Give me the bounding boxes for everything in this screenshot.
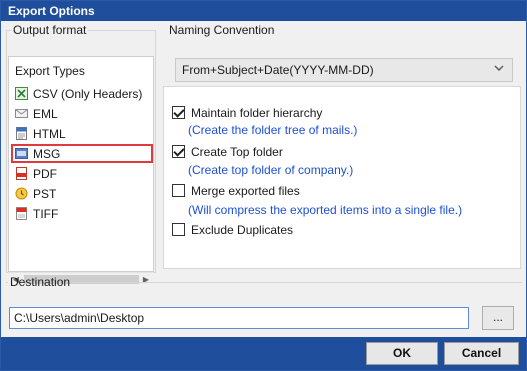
export-options-panel: Maintain folder hierarchy (Create the fo… — [163, 86, 521, 269]
window-title: Export Options — [1, 1, 526, 21]
list-item-tiff[interactable]: TIFF — [11, 204, 153, 223]
exclude-duplicates-checkbox[interactable]: Exclude Duplicates — [172, 223, 293, 237]
list-item-csv[interactable]: CSV (Only Headers) — [11, 84, 153, 103]
option-note: (Will compress the exported items into a… — [188, 203, 463, 217]
export-types-header: Export Types — [15, 64, 85, 78]
naming-convention-legend: Naming Convention — [169, 23, 275, 37]
list-item-label: TIFF — [33, 206, 59, 221]
checkbox-checked-icon[interactable] — [172, 106, 185, 119]
eml-icon — [15, 107, 28, 120]
list-item-msg[interactable]: MSG — [11, 144, 153, 163]
browse-button[interactable]: ... — [482, 306, 514, 330]
pdf-icon — [15, 167, 28, 180]
option-note: (Create the folder tree of mails.) — [188, 123, 358, 137]
naming-convention-group: Naming Convention From+Subject+Date(YYYY… — [163, 23, 521, 82]
list-item-pdf[interactable]: PDF — [11, 164, 153, 183]
destination-path-input[interactable]: C:\Users\admin\Desktop — [9, 307, 469, 329]
list-item-label: CSV (Only Headers) — [33, 86, 143, 101]
list-item-pst[interactable]: PST — [11, 184, 153, 203]
dialog-footer: OK Cancel — [1, 337, 526, 370]
checkbox-unchecked-icon[interactable] — [172, 223, 185, 236]
maintain-hierarchy-checkbox[interactable]: Maintain folder hierarchy — [172, 106, 322, 120]
destination-group: Destination C:\Users\admin\Desktop ... — [6, 275, 522, 330]
option-label: Exclude Duplicates — [191, 223, 294, 237]
output-format-legend: Output format — [13, 23, 87, 37]
list-item-label: EML — [33, 106, 58, 121]
export-options-dialog: Export Options Output format Export Type… — [0, 0, 527, 371]
cancel-button[interactable]: Cancel — [444, 342, 519, 365]
option-note: (Create top folder of company.) — [188, 163, 354, 177]
checkbox-unchecked-icon[interactable] — [172, 184, 185, 197]
option-label: Maintain folder hierarchy — [191, 106, 323, 120]
list-item-label: MSG — [33, 146, 61, 161]
html-icon — [15, 127, 28, 140]
checkbox-checked-icon[interactable] — [172, 145, 185, 158]
csv-icon — [15, 87, 28, 100]
option-label: Create Top folder — [191, 145, 283, 159]
create-top-folder-checkbox[interactable]: Create Top folder — [172, 145, 283, 159]
ok-button[interactable]: OK — [366, 342, 438, 365]
list-item-eml[interactable]: EML — [11, 104, 153, 123]
msg-icon — [15, 147, 28, 160]
list-item-html[interactable]: HTML — [11, 124, 153, 143]
naming-convention-select[interactable]: From+Subject+Date(YYYY-MM-DD) — [175, 58, 513, 82]
pst-icon — [15, 187, 28, 200]
chevron-down-icon — [494, 64, 504, 75]
list-item-label: PST — [33, 186, 57, 201]
dialog-body: Output format Export Types CSV (Only Hea… — [1, 21, 526, 370]
export-types-list[interactable]: Export Types CSV (Only Headers) EML HTML… — [8, 56, 154, 272]
destination-legend: Destination — [10, 275, 71, 289]
list-item-label: HTML — [33, 126, 66, 141]
merge-files-checkbox[interactable]: Merge exported files — [172, 184, 300, 198]
tiff-icon — [15, 207, 28, 220]
output-format-group: Output format Export Types CSV (Only Hea… — [6, 23, 156, 286]
list-item-label: PDF — [33, 166, 57, 181]
option-label: Merge exported files — [191, 184, 300, 198]
naming-convention-value: From+Subject+Date(YYYY-MM-DD) — [182, 63, 374, 77]
